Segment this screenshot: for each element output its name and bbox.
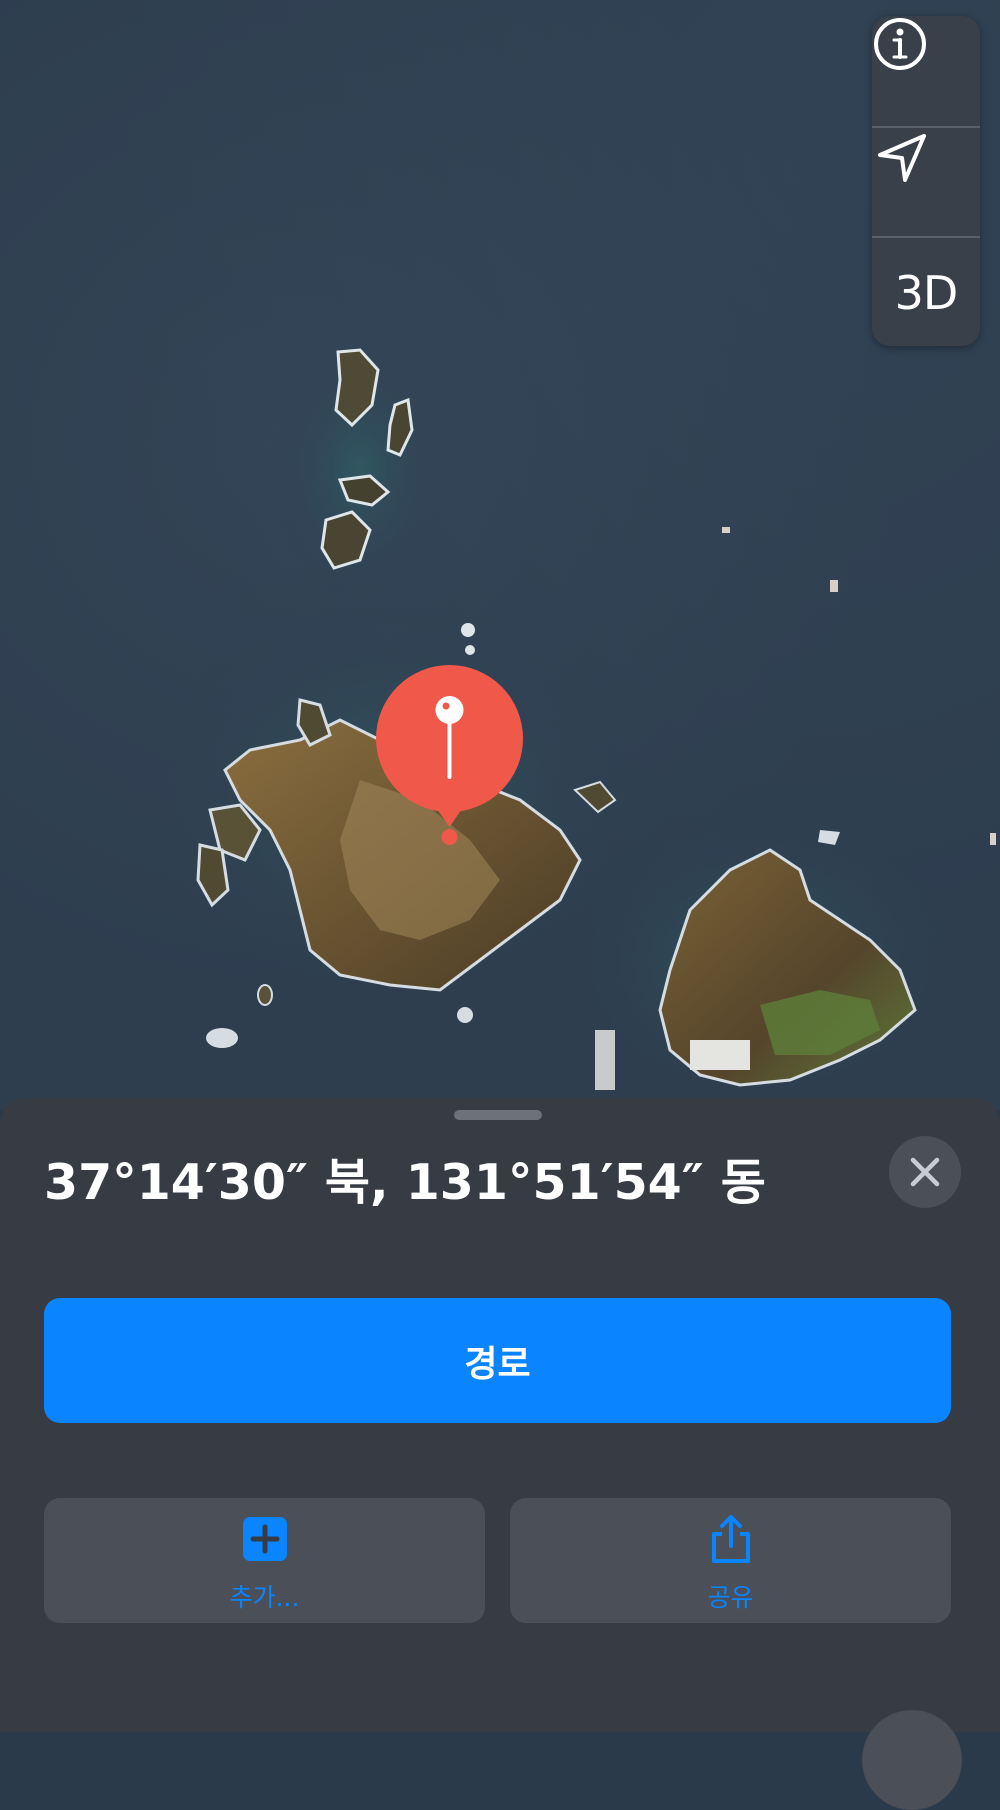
share-button-label: 공유	[707, 1583, 754, 1612]
place-card-sheet: 37°14′30″ 북, 131°51′54″ 동 경로 추가... 공유	[0, 1098, 1000, 1810]
add-button[interactable]: 추가...	[44, 1498, 485, 1623]
location-pin[interactable]	[376, 665, 523, 845]
sheet-grabber[interactable]	[454, 1110, 542, 1120]
satellite-imagery	[140, 340, 996, 1110]
3d-toggle-button[interactable]: 3D	[872, 236, 980, 348]
directions-button[interactable]: 경로	[44, 1298, 951, 1423]
map-view[interactable]: 3D	[0, 0, 1000, 1110]
share-icon	[711, 1515, 750, 1563]
directions-button-label: 경로	[464, 1343, 531, 1385]
close-button[interactable]	[889, 1136, 961, 1208]
plus-square-icon	[242, 1517, 287, 1561]
map-controls: 3D	[872, 16, 980, 346]
more-button[interactable]	[862, 1710, 962, 1810]
add-button-label: 추가...	[229, 1583, 300, 1612]
info-button[interactable]	[872, 16, 980, 126]
close-icon	[910, 1157, 940, 1187]
coordinates-title: 37°14′30″ 북, 131°51′54″ 동	[44, 1154, 766, 1211]
current-location-button[interactable]	[872, 126, 980, 238]
location-arrow-icon	[878, 134, 926, 182]
share-button[interactable]: 공유	[510, 1498, 951, 1623]
info-circle-icon	[874, 18, 926, 70]
